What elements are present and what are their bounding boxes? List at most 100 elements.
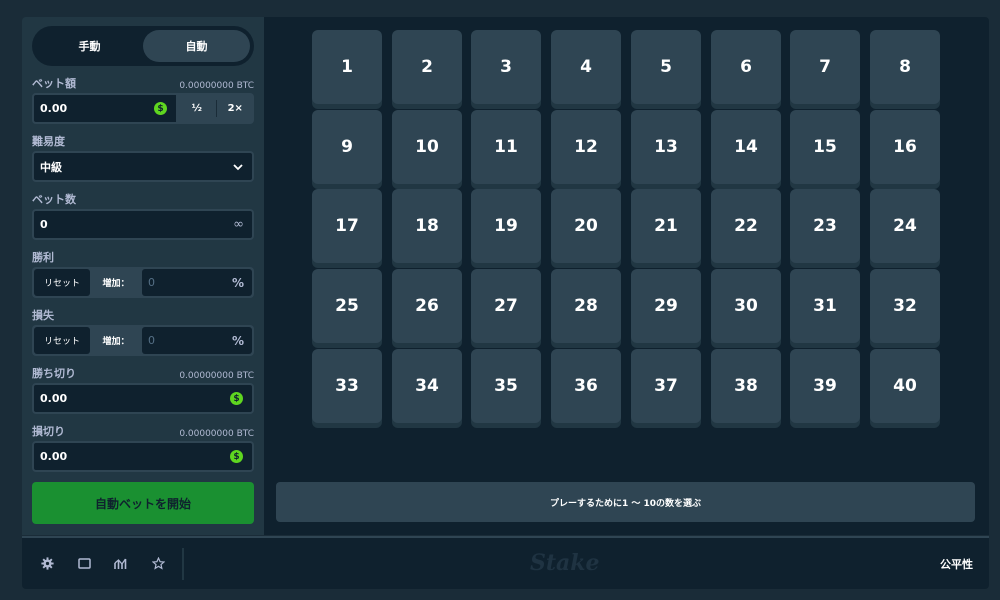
footer-divider <box>182 548 184 580</box>
on-win-reset-button[interactable]: リセット <box>34 269 90 296</box>
on-loss-label: 損失 <box>32 309 54 322</box>
keno-tile[interactable]: 4 <box>551 30 621 104</box>
keno-tile[interactable]: 27 <box>471 269 541 343</box>
bet-count-label-row: ベット数 <box>32 191 254 207</box>
bet-amount-input[interactable]: 0.00 $ <box>32 93 178 124</box>
difficulty-select[interactable]: 中級 <box>32 151 254 182</box>
stop-profit-label-row: 勝ち切り 0.00000000 BTC <box>32 365 254 381</box>
keno-tile[interactable]: 39 <box>790 349 860 423</box>
star-icon[interactable] <box>150 555 166 571</box>
on-loss-percent-input[interactable]: 0 % <box>142 327 252 354</box>
half-button[interactable]: ½ <box>178 93 216 124</box>
keno-tile[interactable]: 1 <box>312 30 382 104</box>
bet-amount-balance: 0.00000000 BTC <box>179 81 254 91</box>
footer-bar: Stake 公平性 <box>22 536 989 589</box>
info-message: プレーするために1 〜 10の数を選ぶ <box>276 482 975 522</box>
keno-tile[interactable]: 34 <box>392 349 462 423</box>
dollar-coin-icon: $ <box>230 392 243 405</box>
auto-tab[interactable]: 自動 <box>143 30 250 62</box>
on-loss-row: リセット 増加： 0 % <box>32 325 254 356</box>
bet-amount-row: 0.00 $ ½ 2× <box>32 93 254 124</box>
on-win-increase-button[interactable]: 増加： <box>90 269 142 296</box>
on-win-percent-input[interactable]: 0 % <box>142 269 252 296</box>
keno-tile[interactable]: 25 <box>312 269 382 343</box>
keno-tile[interactable]: 22 <box>711 189 781 263</box>
keno-tile[interactable]: 6 <box>711 30 781 104</box>
on-win-value: 0 <box>148 276 155 289</box>
stop-loss-input[interactable]: 0.00 $ <box>32 441 254 472</box>
keno-tile[interactable]: 13 <box>631 110 701 184</box>
bet-count-input[interactable]: 0 ∞ <box>32 209 254 240</box>
on-win-label-row: 勝利 <box>32 249 254 265</box>
on-win-row: リセット 増加： 0 % <box>32 267 254 298</box>
keno-tile[interactable]: 36 <box>551 349 621 423</box>
keno-tile[interactable]: 29 <box>631 269 701 343</box>
keno-tile[interactable]: 30 <box>711 269 781 343</box>
bet-count-value: 0 <box>40 218 48 231</box>
on-win-label: 勝利 <box>32 251 54 264</box>
keno-tile[interactable]: 12 <box>551 110 621 184</box>
keno-tile[interactable]: 20 <box>551 189 621 263</box>
keno-tile[interactable]: 15 <box>790 110 860 184</box>
keno-tile[interactable]: 3 <box>471 30 541 104</box>
keno-tile[interactable]: 14 <box>711 110 781 184</box>
on-loss-label-row: 損失 <box>32 307 254 323</box>
dollar-coin-icon: $ <box>154 102 167 115</box>
keno-tile[interactable]: 35 <box>471 349 541 423</box>
keno-tile[interactable]: 16 <box>870 110 940 184</box>
percent-icon: % <box>231 275 244 290</box>
keno-tile[interactable]: 40 <box>870 349 940 423</box>
stats-icon[interactable] <box>113 555 129 571</box>
on-loss-value: 0 <box>148 334 155 347</box>
keno-tile[interactable]: 17 <box>312 189 382 263</box>
fairness-link[interactable]: 公平性 <box>940 556 973 572</box>
keno-tile[interactable]: 11 <box>471 110 541 184</box>
keno-app: 手動 自動 ベット額 0.00000000 BTC 0.00 $ ½ 2× 難易… <box>22 17 989 589</box>
double-button[interactable]: 2× <box>217 93 255 124</box>
keno-tile[interactable]: 10 <box>392 110 462 184</box>
keno-tile[interactable]: 28 <box>551 269 621 343</box>
bet-amount-label: ベット額 <box>32 77 76 90</box>
stop-loss-value: 0.00 <box>40 450 68 463</box>
stop-loss-label-row: 損切り 0.00000000 BTC <box>32 423 254 439</box>
difficulty-value: 中級 <box>40 160 62 174</box>
gear-icon[interactable] <box>39 555 55 571</box>
keno-tile[interactable]: 7 <box>790 30 860 104</box>
stake-logo: Stake <box>530 550 600 576</box>
keno-tile[interactable]: 32 <box>870 269 940 343</box>
bet-amount-label-row: ベット額 0.00000000 BTC <box>32 75 254 91</box>
difficulty-label-row: 難易度 <box>32 133 254 149</box>
start-autobet-button[interactable]: 自動ベットを開始 <box>32 482 254 524</box>
keno-tile[interactable]: 38 <box>711 349 781 423</box>
bet-count-label: ベット数 <box>32 193 76 206</box>
theatre-icon[interactable] <box>76 555 92 571</box>
keno-tile[interactable]: 23 <box>790 189 860 263</box>
chevron-down-icon <box>233 163 243 170</box>
stop-profit-input[interactable]: 0.00 $ <box>32 383 254 414</box>
stop-profit-value: 0.00 <box>40 392 68 405</box>
on-loss-increase-button[interactable]: 増加： <box>90 327 142 354</box>
keno-tile[interactable]: 9 <box>312 110 382 184</box>
stop-loss-label: 損切り <box>32 425 65 438</box>
bet-sidebar: 手動 自動 ベット額 0.00000000 BTC 0.00 $ ½ 2× 難易… <box>22 17 264 535</box>
keno-tile[interactable]: 5 <box>631 30 701 104</box>
keno-tile[interactable]: 21 <box>631 189 701 263</box>
keno-tile[interactable]: 8 <box>870 30 940 104</box>
keno-tile[interactable]: 33 <box>312 349 382 423</box>
difficulty-label: 難易度 <box>32 135 65 148</box>
stop-loss-balance: 0.00000000 BTC <box>179 429 254 439</box>
keno-tile[interactable]: 26 <box>392 269 462 343</box>
stop-profit-balance: 0.00000000 BTC <box>179 371 254 381</box>
game-board: 1 2 3 4 5 6 7 8 9 10 11 12 13 14 15 16 17 18 19 20 21 22 23 24 2… <box>264 17 989 535</box>
bet-amount-value: 0.00 <box>40 102 68 115</box>
percent-icon: % <box>231 333 244 348</box>
keno-tile[interactable]: 19 <box>471 189 541 263</box>
on-loss-reset-button[interactable]: リセット <box>34 327 90 354</box>
keno-tile[interactable]: 2 <box>392 30 462 104</box>
manual-tab[interactable]: 手動 <box>36 30 143 62</box>
dollar-coin-icon: $ <box>230 450 243 463</box>
keno-tile[interactable]: 31 <box>790 269 860 343</box>
keno-tile[interactable]: 37 <box>631 349 701 423</box>
keno-tile[interactable]: 18 <box>392 189 462 263</box>
keno-tile[interactable]: 24 <box>870 189 940 263</box>
